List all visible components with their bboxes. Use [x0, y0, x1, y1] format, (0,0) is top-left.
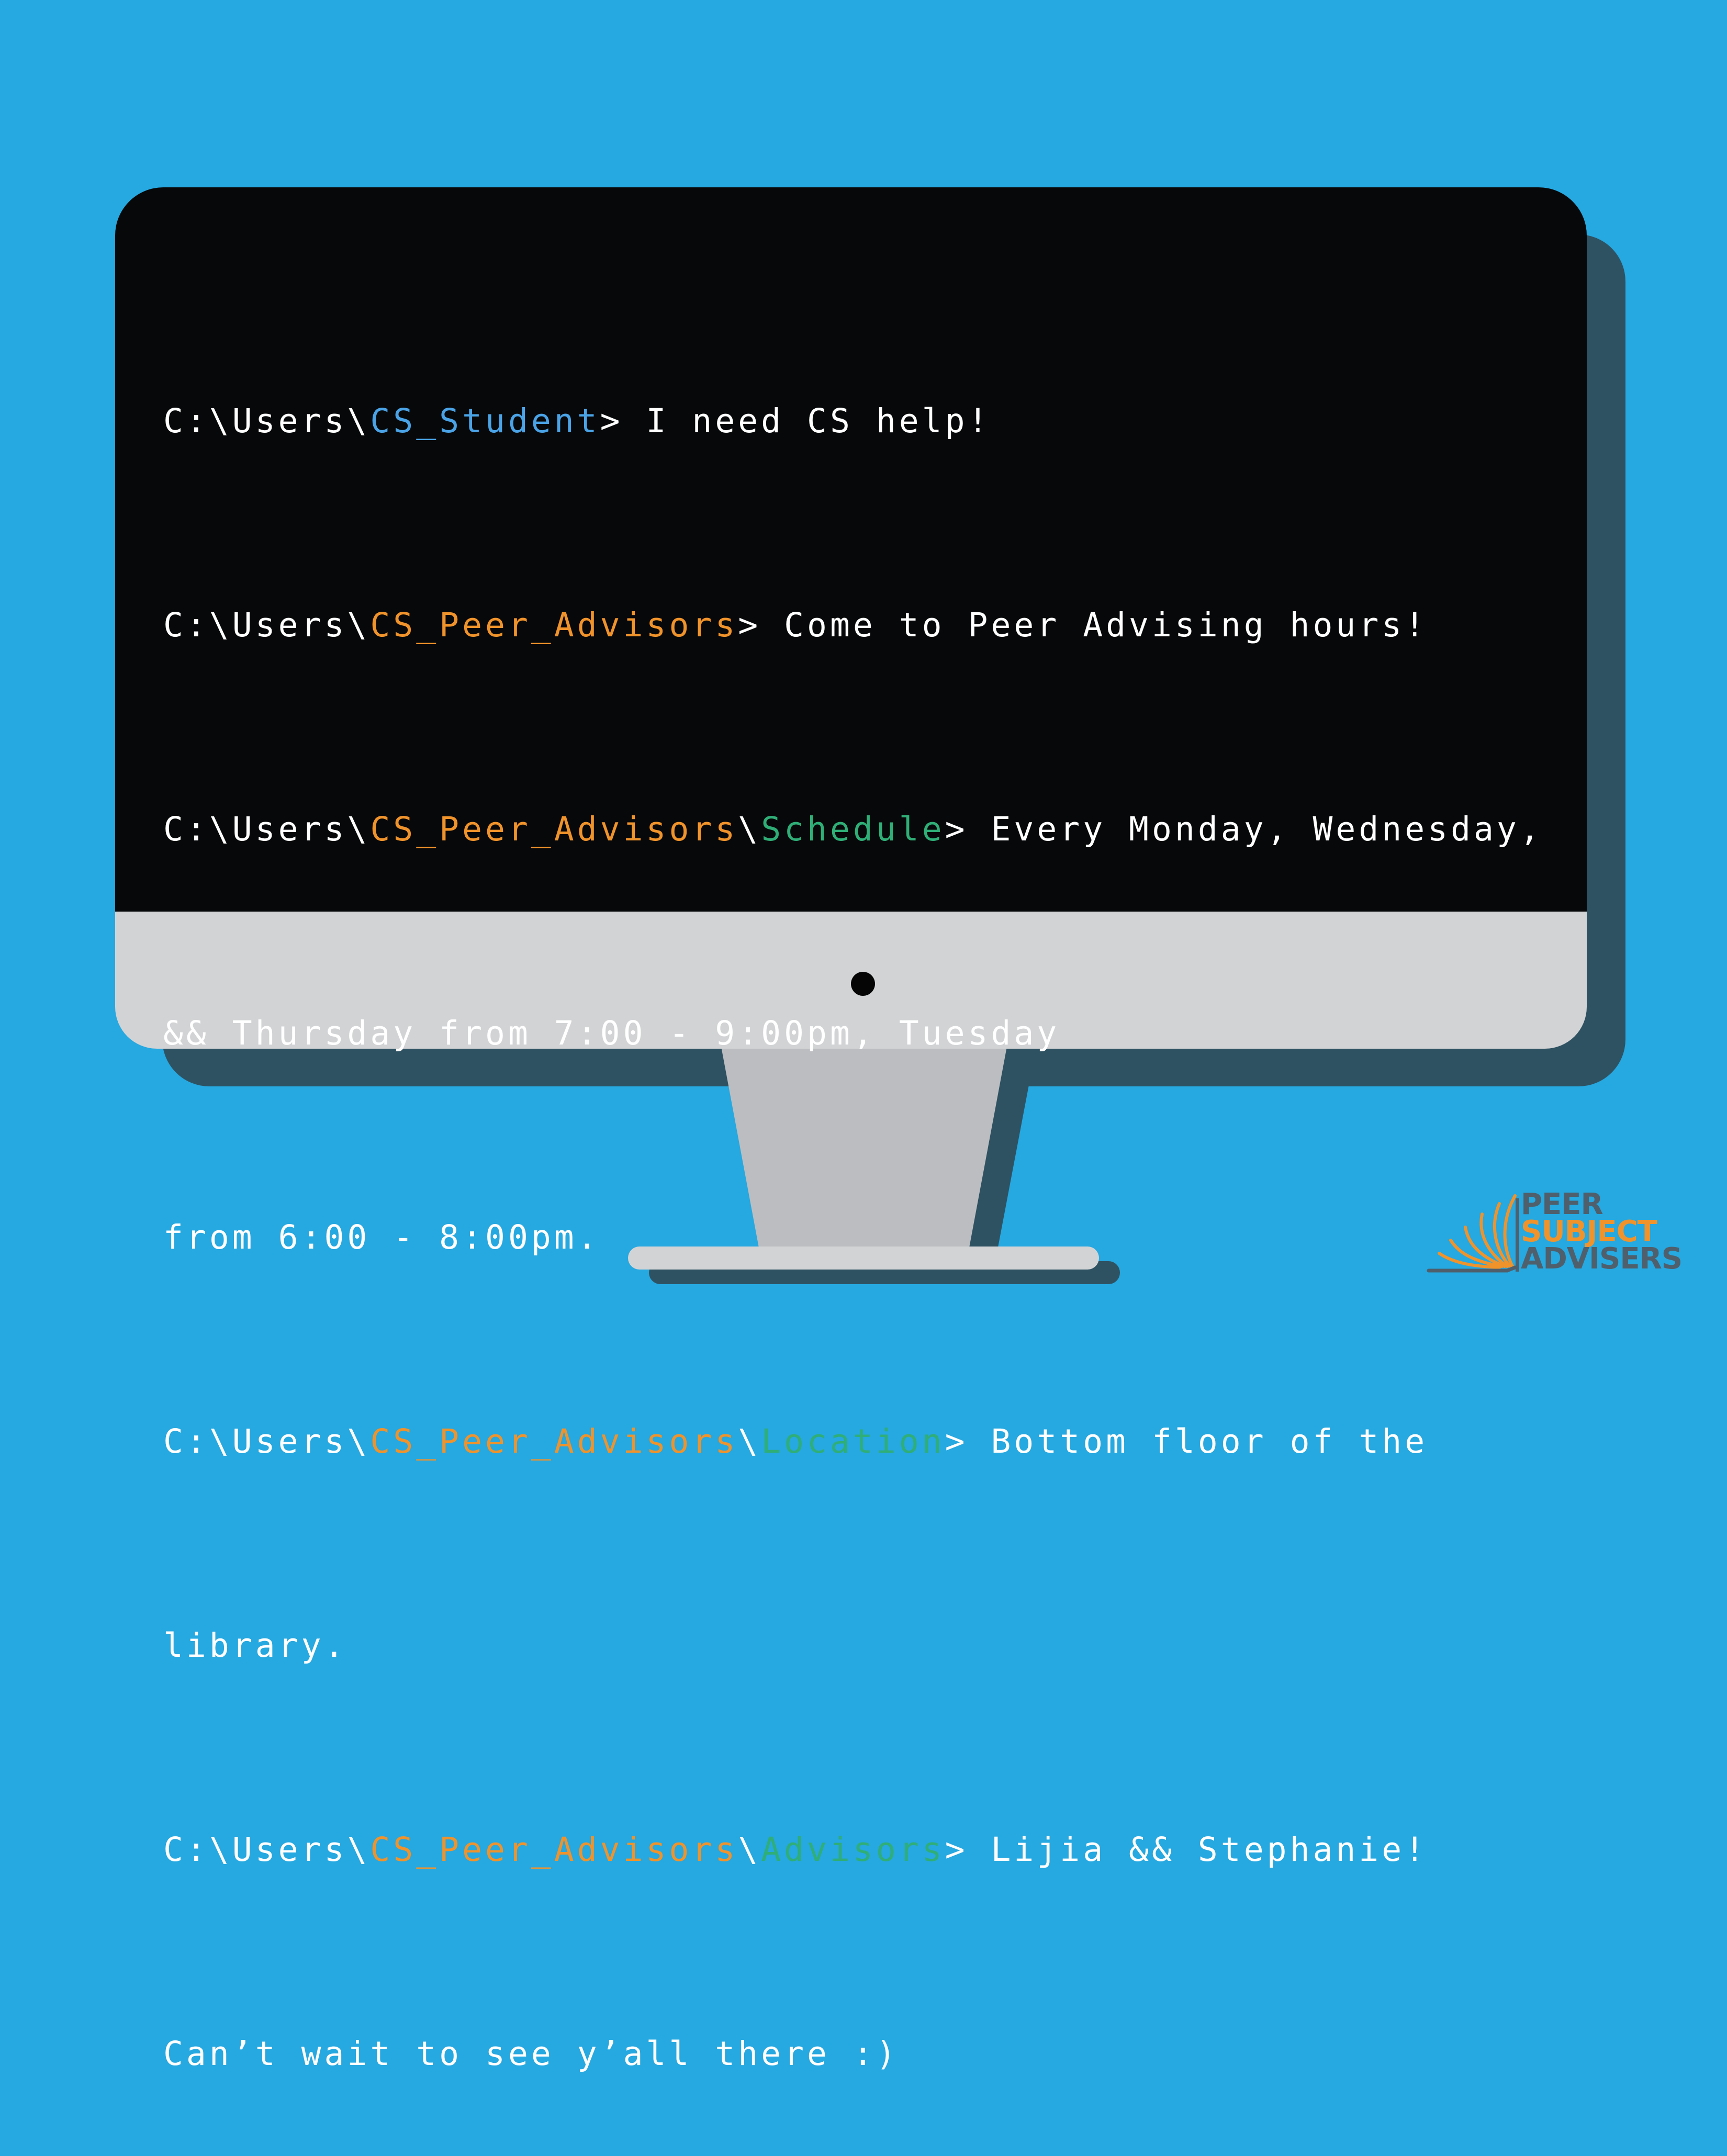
terminal-line-2: C:\Users\CS_Peer_Advisors> Come to Peer … — [163, 591, 1566, 659]
peer-subject-advisers-logo: PEER SUBJECT ADVISERS — [1521, 1190, 1683, 1276]
terminal-output: C:\Users\CS_Student> I need CS help! C:\… — [163, 251, 1566, 2156]
terminal-line-7: library. — [163, 1612, 1566, 1680]
command-text: > Bottom floor of the — [945, 1422, 1428, 1461]
command-text: && Thursday from 7:00 - 9:00pm, Tuesday — [163, 1014, 1060, 1052]
path-prefix: C:\Users\ — [163, 606, 371, 644]
path-separator: \ — [738, 810, 761, 848]
terminal-line-8: C:\Users\CS_Peer_Advisors\Advisors> Liji… — [163, 1816, 1566, 1884]
command-text: library. — [163, 1626, 347, 1665]
terminal-line-9: Can’t wait to see y’all there :) — [163, 2020, 1566, 2088]
path-user: CS_Peer_Advisors — [370, 606, 738, 644]
command-text: > Lijia && Stephanie! — [945, 1831, 1428, 1869]
path-separator: \ — [738, 1422, 761, 1461]
path-user: CS_Peer_Advisors — [370, 1422, 738, 1461]
path-prefix: C:\Users\ — [163, 1831, 371, 1869]
path-user: CS_Peer_Advisors — [370, 1831, 738, 1869]
path-prefix: C:\Users\ — [163, 810, 371, 848]
command-text: > I need CS help! — [600, 402, 991, 440]
path-folder: Location — [761, 1422, 945, 1461]
command-text: > Come to Peer Advising hours! — [738, 606, 1428, 644]
path-separator: \ — [738, 1831, 761, 1869]
path-folder: Advisors — [761, 1831, 945, 1869]
terminal-line-4: && Thursday from 7:00 - 9:00pm, Tuesday — [163, 1000, 1566, 1068]
terminal-line-1: C:\Users\CS_Student> I need CS help! — [163, 387, 1566, 455]
command-text: > Every Monday, Wednesday, — [945, 810, 1543, 848]
command-text: from 6:00 - 8:00pm. — [163, 1218, 600, 1256]
path-prefix: C:\Users\ — [163, 1422, 371, 1461]
path-user: CS_Student — [370, 402, 600, 440]
terminal-line-6: C:\Users\CS_Peer_Advisors\Location> Bott… — [163, 1408, 1566, 1476]
command-text: Can’t wait to see y’all there :) — [163, 2035, 899, 2073]
logo-line-advisers: ADVISERS — [1521, 1242, 1683, 1276]
path-prefix: C:\Users\ — [163, 402, 371, 440]
terminal-line-5: from 6:00 - 8:00pm. — [163, 1204, 1566, 1272]
terminal-line-3: C:\Users\CS_Peer_Advisors\Schedule> Ever… — [163, 795, 1566, 863]
path-user: CS_Peer_Advisors — [370, 810, 738, 848]
path-folder: Schedule — [761, 810, 945, 848]
